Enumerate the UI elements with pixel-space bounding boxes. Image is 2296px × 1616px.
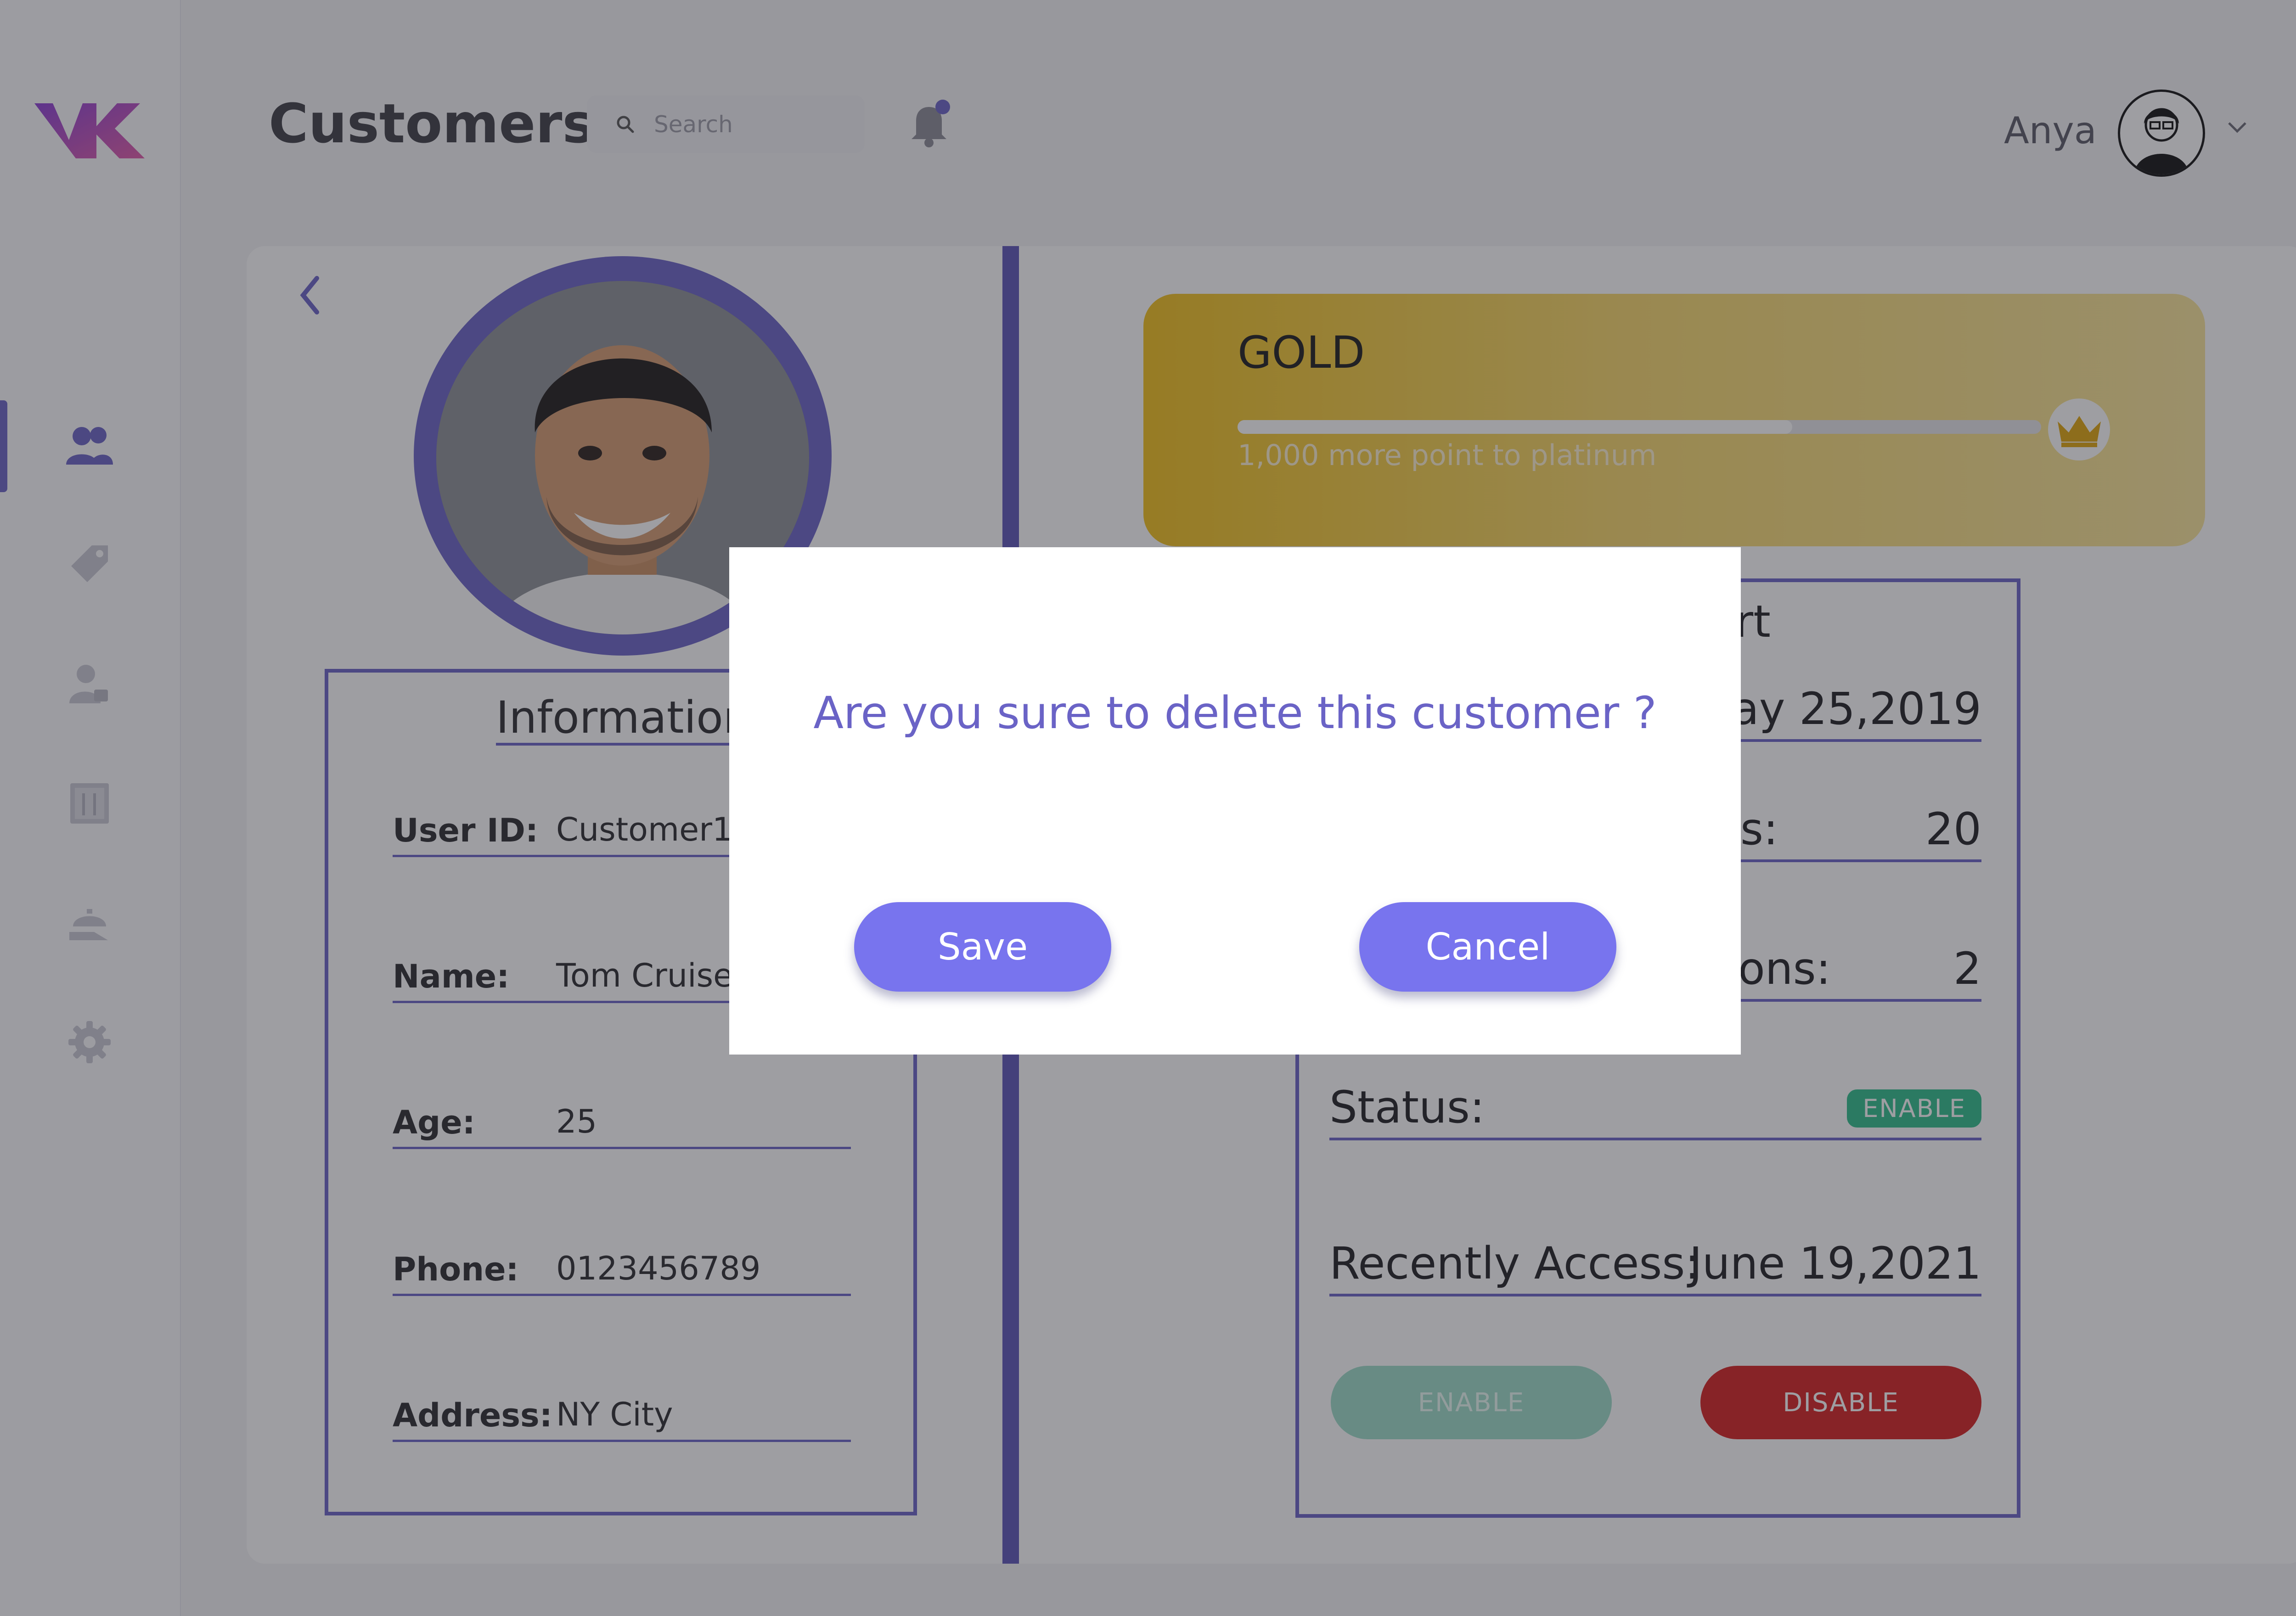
dialog-message: Are you sure to delete this customer ? [813,687,1657,739]
cancel-button[interactable]: Cancel [1359,902,1616,992]
save-button[interactable]: Save [854,902,1111,992]
app-root: Customers Search Anya Information User I… [0,0,2296,1616]
